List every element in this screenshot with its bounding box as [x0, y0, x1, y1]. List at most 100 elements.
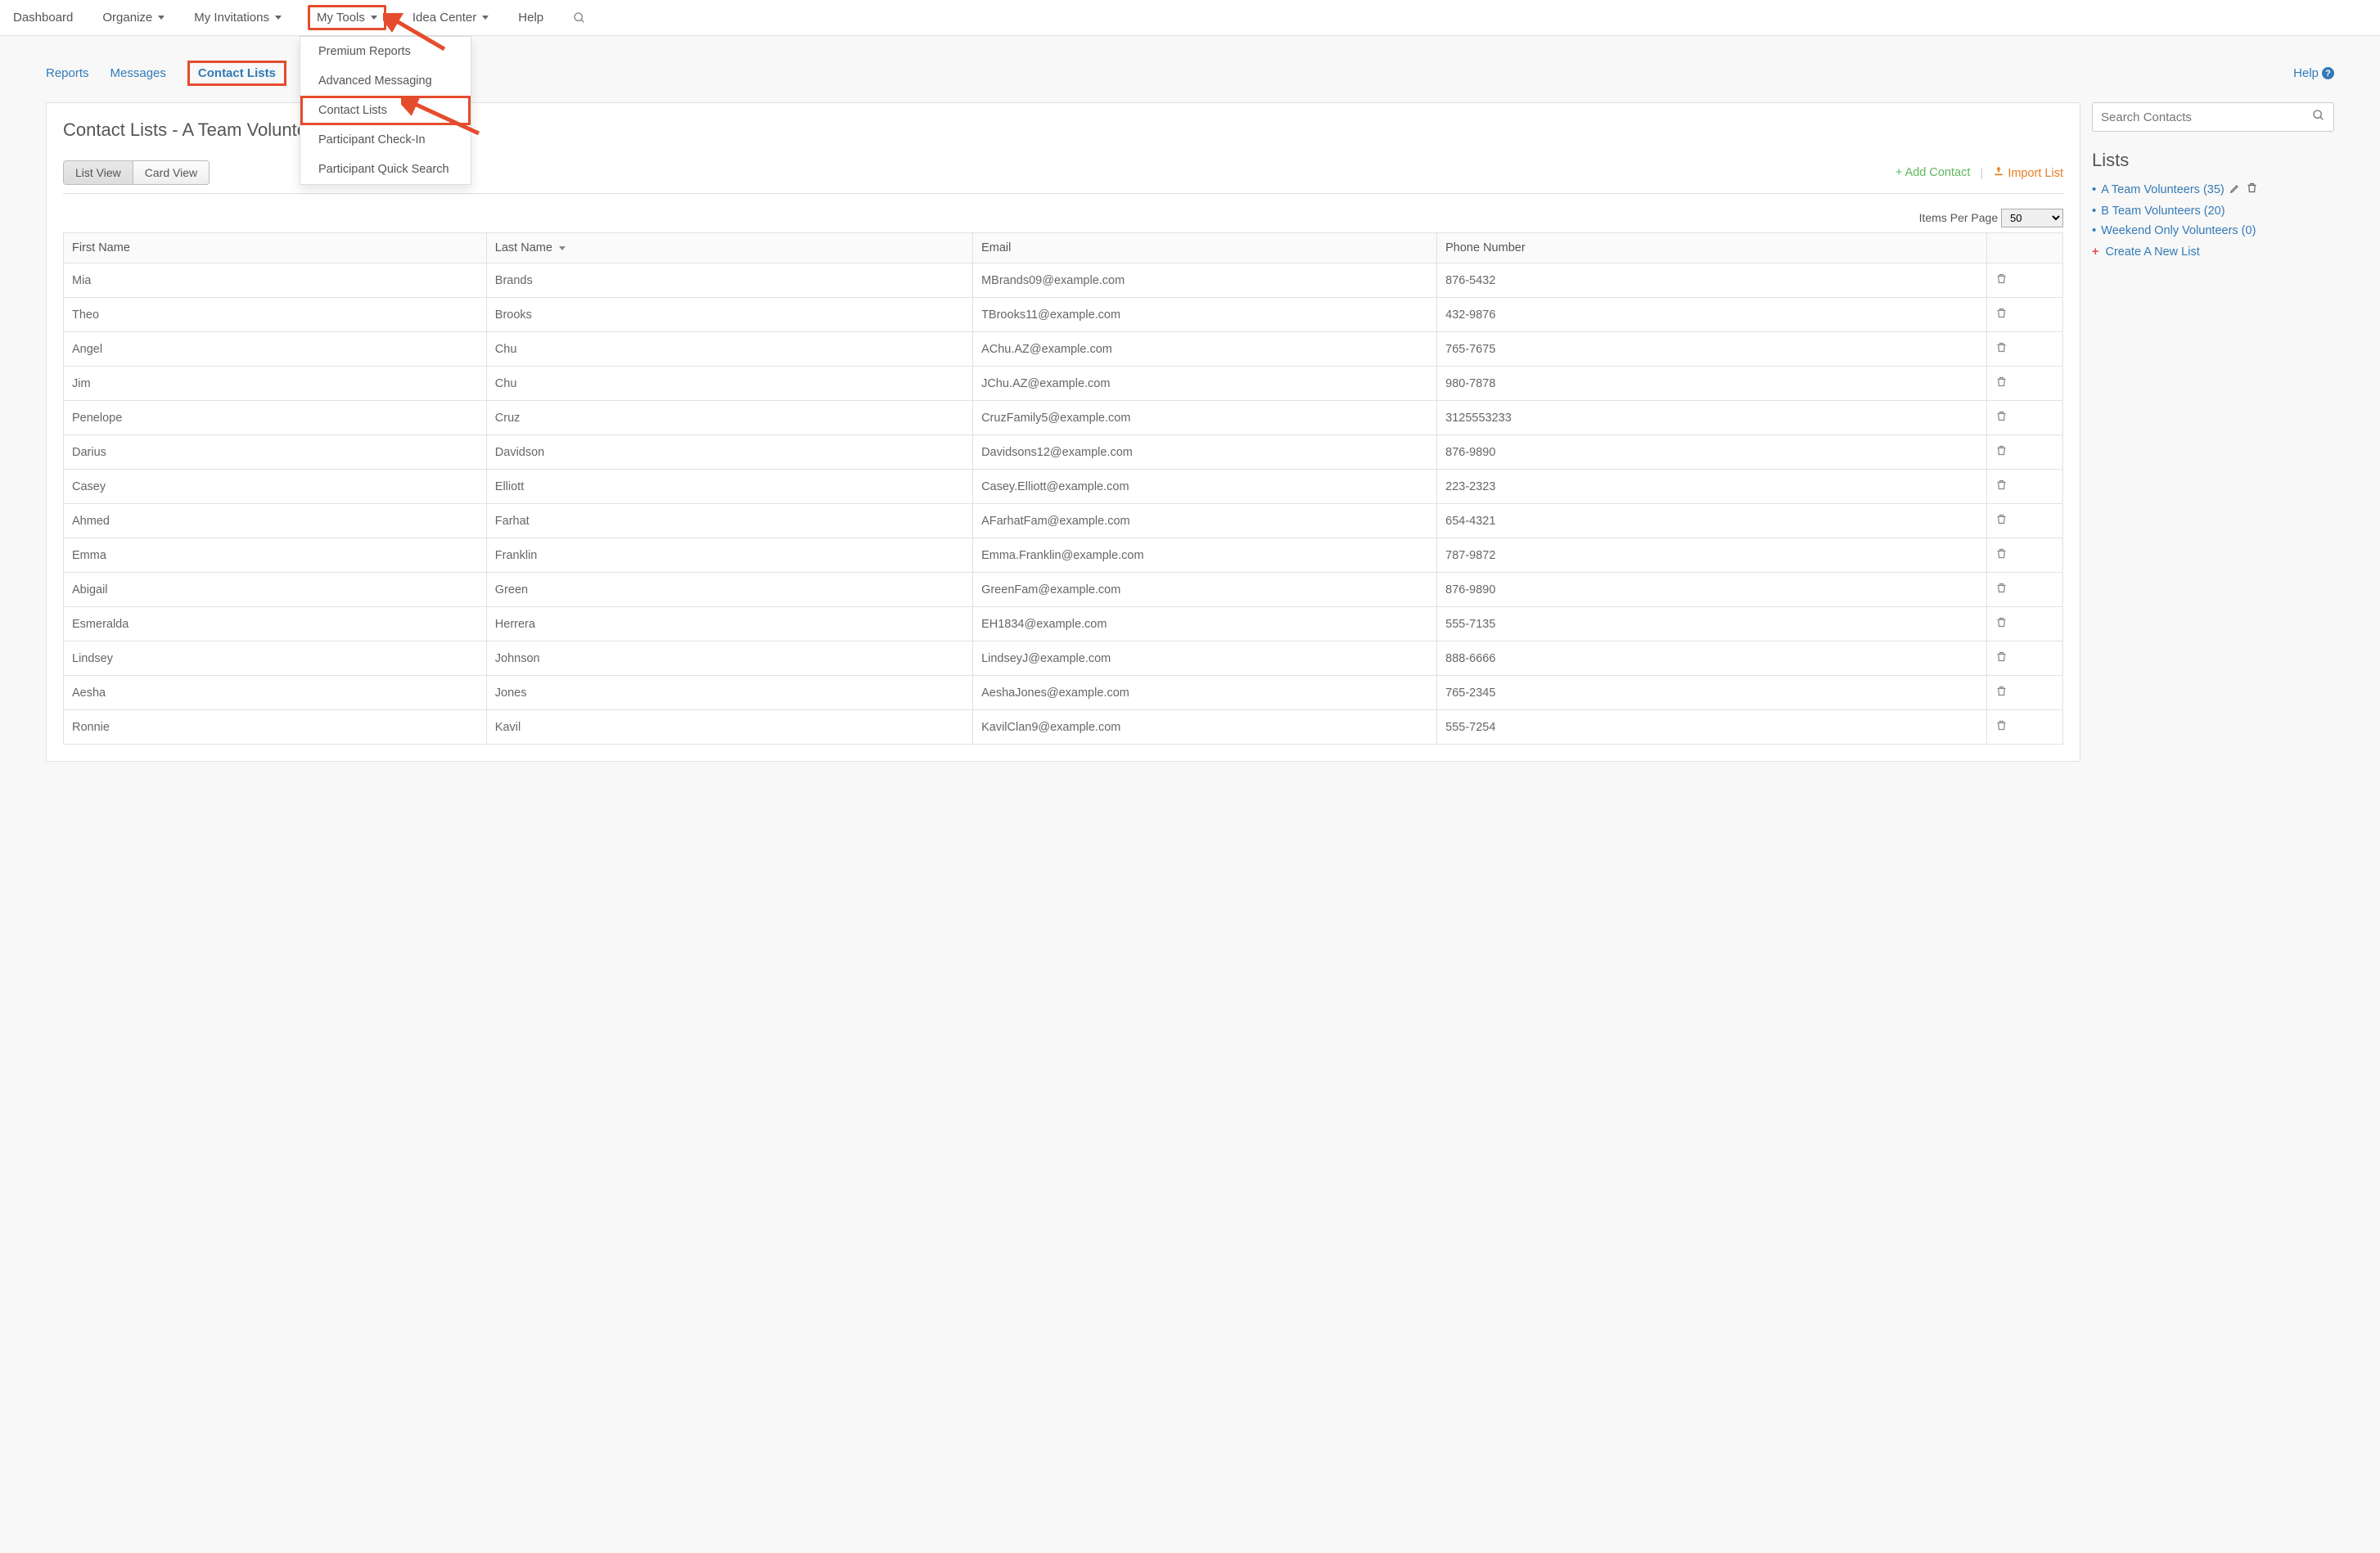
delete-row-icon[interactable]	[1995, 684, 2008, 698]
plus-icon: +	[1895, 166, 1902, 179]
edit-list-icon[interactable]	[2229, 182, 2241, 197]
nav-organize[interactable]: Organize	[99, 4, 168, 31]
cell-last-name: Chu	[486, 332, 972, 367]
delete-row-icon[interactable]	[1995, 409, 2008, 423]
cell-phone: 765-7675	[1437, 332, 1987, 367]
cell-first-name: Aesha	[64, 676, 487, 710]
table-row[interactable]: JimChuJChu.AZ@example.com980-7878	[64, 367, 2063, 401]
cell-first-name: Casey	[64, 470, 487, 504]
nav-help[interactable]: Help	[515, 4, 547, 31]
import-list-link[interactable]: Import List	[1993, 165, 2063, 180]
header-last-label: Last Name	[495, 241, 552, 254]
dropdown-participant-quick-search[interactable]: Participant Quick Search	[300, 155, 471, 184]
cell-email: Davidsons12@example.com	[973, 435, 1437, 470]
sidebar-list-link[interactable]: B Team Volunteers (20)	[2101, 205, 2224, 218]
nav-idea-center[interactable]: Idea Center	[409, 4, 492, 31]
delete-row-icon[interactable]	[1995, 272, 2008, 286]
table-row[interactable]: EmmaFranklinEmma.Franklin@example.com787…	[64, 538, 2063, 573]
search-icon[interactable]	[2312, 109, 2325, 125]
cell-email: CruzFamily5@example.com	[973, 401, 1437, 435]
cell-last-name: Davidson	[486, 435, 972, 470]
subtab-contact-lists[interactable]: Contact Lists	[187, 61, 286, 86]
cell-first-name: Ahmed	[64, 504, 487, 538]
nav-search-icon[interactable]	[570, 5, 589, 31]
items-per-page-label: Items Per Page	[1919, 211, 1999, 224]
cell-phone: 888-6666	[1437, 641, 1987, 676]
items-per-page-select[interactable]: 50	[2001, 209, 2063, 227]
delete-row-icon[interactable]	[1995, 581, 2008, 595]
contacts-table: First Name Last Name Email Phone Number …	[63, 232, 2063, 745]
sidebar-list-item: •B Team Volunteers (20)	[2092, 204, 2334, 218]
cell-first-name: Lindsey	[64, 641, 487, 676]
table-row[interactable]: DariusDavidsonDavidsons12@example.com876…	[64, 435, 2063, 470]
top-nav: Dashboard Organize My Invitations My Too…	[0, 0, 2380, 36]
delete-row-icon[interactable]	[1995, 615, 2008, 629]
dropdown-participant-checkin[interactable]: Participant Check-In	[300, 125, 471, 155]
cell-phone: 432-9876	[1437, 298, 1987, 332]
nav-my-invitations[interactable]: My Invitations	[191, 4, 285, 31]
header-last-name[interactable]: Last Name	[486, 233, 972, 263]
delete-row-icon[interactable]	[1995, 306, 2008, 320]
nav-dashboard[interactable]: Dashboard	[10, 4, 76, 31]
table-row[interactable]: TheoBrooksTBrooks11@example.com432-9876	[64, 298, 2063, 332]
table-row[interactable]: AbigailGreenGreenFam@example.com876-9890	[64, 573, 2063, 607]
list-view-button[interactable]: List View	[64, 161, 133, 184]
delete-list-icon[interactable]	[2246, 181, 2258, 198]
delete-row-icon[interactable]	[1995, 718, 2008, 732]
table-row[interactable]: MiaBrandsMBrands09@example.com876-5432	[64, 263, 2063, 298]
header-actions	[1986, 233, 2062, 263]
dropdown-advanced-messaging[interactable]: Advanced Messaging	[300, 66, 471, 96]
header-first-name[interactable]: First Name	[64, 233, 487, 263]
delete-row-icon[interactable]	[1995, 443, 2008, 457]
help-link[interactable]: Help ?	[2293, 66, 2334, 80]
nav-label: Organize	[102, 11, 152, 25]
cell-last-name: Chu	[486, 367, 972, 401]
dropdown-contact-lists[interactable]: Contact Lists	[300, 96, 471, 125]
nav-label: My Tools	[317, 11, 365, 25]
cell-email: AChu.AZ@example.com	[973, 332, 1437, 367]
sidebar-list-link[interactable]: A Team Volunteers (35)	[2101, 183, 2224, 196]
card-view-button[interactable]: Card View	[133, 161, 209, 184]
delete-row-icon[interactable]	[1995, 547, 2008, 560]
add-contact-link[interactable]: + Add Contact	[1895, 166, 1971, 179]
subtab-messages[interactable]: Messages	[110, 66, 166, 80]
dropdown-premium-reports[interactable]: Premium Reports	[300, 37, 471, 66]
delete-row-icon[interactable]	[1995, 650, 2008, 664]
cell-last-name: Farhat	[486, 504, 972, 538]
table-row[interactable]: AngelChuAChu.AZ@example.com765-7675	[64, 332, 2063, 367]
sidebar-list-link[interactable]: Weekend Only Volunteers (0)	[2101, 224, 2256, 237]
table-row[interactable]: EsmeraldaHerreraEH1834@example.com555-71…	[64, 607, 2063, 641]
cell-last-name: Jones	[486, 676, 972, 710]
table-row[interactable]: AeshaJonesAeshaJones@example.com765-2345	[64, 676, 2063, 710]
cell-last-name: Herrera	[486, 607, 972, 641]
header-phone[interactable]: Phone Number	[1437, 233, 1987, 263]
help-label: Help	[2293, 66, 2319, 80]
search-contacts-input[interactable]	[2101, 110, 2312, 124]
nav-my-tools[interactable]: My Tools	[308, 5, 386, 30]
table-row[interactable]: RonnieKavilKavilClan9@example.com555-725…	[64, 710, 2063, 745]
delete-row-icon[interactable]	[1995, 478, 2008, 492]
cell-email: AFarhatFam@example.com	[973, 504, 1437, 538]
create-new-list[interactable]: + Create A New List	[2092, 245, 2334, 259]
delete-row-icon[interactable]	[1995, 340, 2008, 354]
delete-row-icon[interactable]	[1995, 375, 2008, 389]
cell-email: Casey.Elliott@example.com	[973, 470, 1437, 504]
table-row[interactable]: AhmedFarhatAFarhatFam@example.com654-432…	[64, 504, 2063, 538]
table-row[interactable]: PenelopeCruzCruzFamily5@example.com31255…	[64, 401, 2063, 435]
cell-email: EH1834@example.com	[973, 607, 1437, 641]
cell-last-name: Elliott	[486, 470, 972, 504]
cell-email: JChu.AZ@example.com	[973, 367, 1437, 401]
header-email[interactable]: Email	[973, 233, 1437, 263]
cell-first-name: Angel	[64, 332, 487, 367]
cell-email: GreenFam@example.com	[973, 573, 1437, 607]
delete-row-icon[interactable]	[1995, 512, 2008, 526]
help-circle-icon: ?	[2322, 67, 2334, 79]
bullet-icon: •	[2092, 182, 2096, 196]
subtab-reports[interactable]: Reports	[46, 66, 89, 80]
table-row[interactable]: LindseyJohnsonLindseyJ@example.com888-66…	[64, 641, 2063, 676]
cell-phone: 876-9890	[1437, 573, 1987, 607]
cell-first-name: Darius	[64, 435, 487, 470]
import-icon	[1993, 165, 2004, 177]
cell-email: LindseyJ@example.com	[973, 641, 1437, 676]
table-row[interactable]: CaseyElliottCasey.Elliott@example.com223…	[64, 470, 2063, 504]
